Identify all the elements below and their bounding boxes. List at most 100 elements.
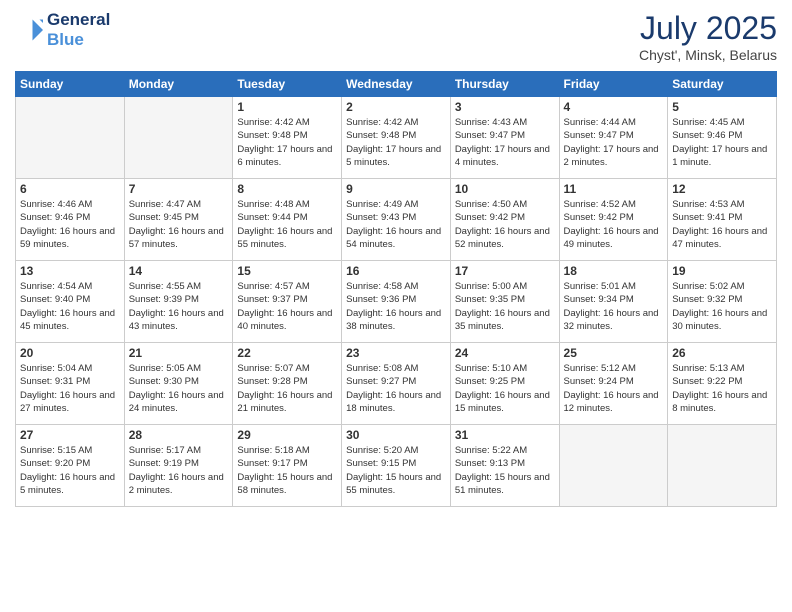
day-info: Sunrise: 5:04 AMSunset: 9:31 PMDaylight:… — [20, 362, 120, 415]
day-info: Sunrise: 4:57 AMSunset: 9:37 PMDaylight:… — [237, 280, 337, 333]
day-info: Sunrise: 4:42 AMSunset: 9:48 PMDaylight:… — [346, 116, 446, 169]
table-row: 12Sunrise: 4:53 AMSunset: 9:41 PMDayligh… — [668, 179, 777, 261]
day-number: 19 — [672, 264, 772, 278]
day-number: 3 — [455, 100, 555, 114]
table-row: 22Sunrise: 5:07 AMSunset: 9:28 PMDayligh… — [233, 343, 342, 425]
header-monday: Monday — [124, 72, 233, 97]
table-row: 17Sunrise: 5:00 AMSunset: 9:35 PMDayligh… — [450, 261, 559, 343]
day-info: Sunrise: 5:13 AMSunset: 9:22 PMDaylight:… — [672, 362, 772, 415]
table-row: 3 Sunrise: 4:43 AMSunset: 9:47 PMDaylight… — [450, 97, 559, 179]
table-row: 21 Sunrise: 5:05 AMSunset: 9:30 PMDayligh… — [124, 343, 233, 425]
day-info: Sunrise: 5:10 AMSunset: 9:25 PMDaylight:… — [455, 362, 555, 415]
day-info: Sunrise: 4:58 AMSunset: 9:36 PMDaylight:… — [346, 280, 446, 333]
table-row — [16, 97, 125, 179]
day-number: 17 — [455, 264, 555, 278]
calendar-body: 1 Sunrise: 4:42 AMSunset: 9:48 PMDaylight… — [16, 97, 777, 507]
logo: General Blue — [15, 10, 110, 49]
day-number: 29 — [237, 428, 337, 442]
location-subtitle: Chyst', Minsk, Belarus — [639, 47, 777, 63]
header-sunday: Sunday — [16, 72, 125, 97]
table-row: 24Sunrise: 5:10 AMSunset: 9:25 PMDayligh… — [450, 343, 559, 425]
day-info: Sunrise: 5:02 AMSunset: 9:32 PMDaylight:… — [672, 280, 772, 333]
day-info: Sunrise: 4:50 AMSunset: 9:42 PMDaylight:… — [455, 198, 555, 251]
day-number: 6 — [20, 182, 120, 196]
table-row: 18 Sunrise: 5:01 AMSunset: 9:34 PMDayligh… — [559, 261, 668, 343]
day-number: 23 — [346, 346, 446, 360]
day-info: Sunrise: 5:05 AMSunset: 9:30 PMDaylight:… — [129, 362, 229, 415]
day-info: Sunrise: 4:49 AMSunset: 9:43 PMDaylight:… — [346, 198, 446, 251]
table-row: 31 Sunrise: 5:22 AMSunset: 9:13 PMDayligh… — [450, 425, 559, 507]
day-info: Sunrise: 4:54 AMSunset: 9:40 PMDaylight:… — [20, 280, 120, 333]
table-row: 6 Sunrise: 4:46 AMSunset: 9:46 PMDaylight… — [16, 179, 125, 261]
day-number: 8 — [237, 182, 337, 196]
day-info: Sunrise: 5:22 AMSunset: 9:13 PMDaylight:… — [455, 444, 555, 497]
day-info: Sunrise: 5:01 AMSunset: 9:34 PMDaylight:… — [564, 280, 664, 333]
table-row: 19 Sunrise: 5:02 AMSunset: 9:32 PMDayligh… — [668, 261, 777, 343]
day-number: 20 — [20, 346, 120, 360]
logo-text-line1: General — [47, 10, 110, 30]
day-number: 28 — [129, 428, 229, 442]
day-number: 16 — [346, 264, 446, 278]
day-number: 31 — [455, 428, 555, 442]
day-number: 2 — [346, 100, 446, 114]
day-info: Sunrise: 4:45 AMSunset: 9:46 PMDaylight:… — [672, 116, 772, 169]
header-saturday: Saturday — [668, 72, 777, 97]
table-row: 28 Sunrise: 5:17 AMSunset: 9:19 PMDayligh… — [124, 425, 233, 507]
table-row: 25Sunrise: 5:12 AMSunset: 9:24 PMDayligh… — [559, 343, 668, 425]
table-row: 14Sunrise: 4:55 AMSunset: 9:39 PMDayligh… — [124, 261, 233, 343]
header-tuesday: Tuesday — [233, 72, 342, 97]
day-info: Sunrise: 4:43 AMSunset: 9:47 PMDaylight:… — [455, 116, 555, 169]
day-info: Sunrise: 4:52 AMSunset: 9:42 PMDaylight:… — [564, 198, 664, 251]
table-row: 20 Sunrise: 5:04 AMSunset: 9:31 PMDayligh… — [16, 343, 125, 425]
table-row: 26Sunrise: 5:13 AMSunset: 9:22 PMDayligh… — [668, 343, 777, 425]
day-info: Sunrise: 5:15 AMSunset: 9:20 PMDaylight:… — [20, 444, 120, 497]
day-number: 22 — [237, 346, 337, 360]
day-info: Sunrise: 5:17 AMSunset: 9:19 PMDaylight:… — [129, 444, 229, 497]
header-friday: Friday — [559, 72, 668, 97]
page-header: General Blue July 2025 Chyst', Minsk, Be… — [15, 10, 777, 63]
day-number: 1 — [237, 100, 337, 114]
day-number: 7 — [129, 182, 229, 196]
table-row: 9 Sunrise: 4:49 AMSunset: 9:43 PMDaylight… — [342, 179, 451, 261]
table-row: 10 Sunrise: 4:50 AMSunset: 9:42 PMDayligh… — [450, 179, 559, 261]
day-number: 9 — [346, 182, 446, 196]
day-info: Sunrise: 5:08 AMSunset: 9:27 PMDaylight:… — [346, 362, 446, 415]
day-number: 5 — [672, 100, 772, 114]
day-number: 14 — [129, 264, 229, 278]
table-row: 27 Sunrise: 5:15 AMSunset: 9:20 PMDayligh… — [16, 425, 125, 507]
header-thursday: Thursday — [450, 72, 559, 97]
table-row: 30 Sunrise: 5:20 AMSunset: 9:15 PMDayligh… — [342, 425, 451, 507]
day-info: Sunrise: 4:44 AMSunset: 9:47 PMDaylight:… — [564, 116, 664, 169]
day-number: 30 — [346, 428, 446, 442]
day-number: 4 — [564, 100, 664, 114]
title-block: July 2025 Chyst', Minsk, Belarus — [639, 10, 777, 63]
day-number: 21 — [129, 346, 229, 360]
logo-text-line2: Blue — [47, 30, 110, 50]
table-row: 4 Sunrise: 4:44 AMSunset: 9:47 PMDaylight… — [559, 97, 668, 179]
day-info: Sunrise: 4:47 AMSunset: 9:45 PMDaylight:… — [129, 198, 229, 251]
day-info: Sunrise: 4:46 AMSunset: 9:46 PMDaylight:… — [20, 198, 120, 251]
day-number: 27 — [20, 428, 120, 442]
table-row: 2 Sunrise: 4:42 AMSunset: 9:48 PMDaylight… — [342, 97, 451, 179]
table-row: 7 Sunrise: 4:47 AMSunset: 9:45 PMDaylight… — [124, 179, 233, 261]
day-number: 13 — [20, 264, 120, 278]
day-number: 18 — [564, 264, 664, 278]
day-info: Sunrise: 4:48 AMSunset: 9:44 PMDaylight:… — [237, 198, 337, 251]
table-row: 16 Sunrise: 4:58 AMSunset: 9:36 PMDayligh… — [342, 261, 451, 343]
day-number: 12 — [672, 182, 772, 196]
table-row: 15 Sunrise: 4:57 AMSunset: 9:37 PMDayligh… — [233, 261, 342, 343]
day-info: Sunrise: 5:18 AMSunset: 9:17 PMDaylight:… — [237, 444, 337, 497]
day-info: Sunrise: 4:42 AMSunset: 9:48 PMDaylight:… — [237, 116, 337, 169]
calendar-table: Sunday Monday Tuesday Wednesday Thursday… — [15, 71, 777, 507]
logo-icon — [15, 16, 43, 44]
table-row: 1 Sunrise: 4:42 AMSunset: 9:48 PMDaylight… — [233, 97, 342, 179]
table-row — [124, 97, 233, 179]
table-row: 29 Sunrise: 5:18 AMSunset: 9:17 PMDayligh… — [233, 425, 342, 507]
table-row: 11Sunrise: 4:52 AMSunset: 9:42 PMDayligh… — [559, 179, 668, 261]
table-row: 13 Sunrise: 4:54 AMSunset: 9:40 PMDayligh… — [16, 261, 125, 343]
day-number: 15 — [237, 264, 337, 278]
day-number: 10 — [455, 182, 555, 196]
month-title: July 2025 — [639, 10, 777, 47]
table-row — [668, 425, 777, 507]
day-info: Sunrise: 5:20 AMSunset: 9:15 PMDaylight:… — [346, 444, 446, 497]
